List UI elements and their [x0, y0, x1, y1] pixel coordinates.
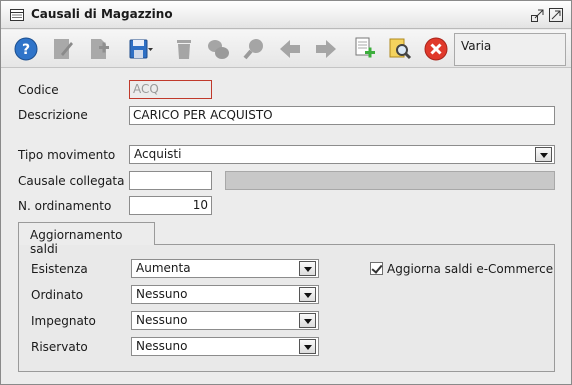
- delete-icon[interactable]: [171, 36, 197, 62]
- arrow-right-icon[interactable]: [313, 36, 339, 62]
- impegnato-value: Nessuno: [136, 313, 188, 327]
- esistenza-label: Esistenza: [31, 262, 88, 276]
- impegnato-select[interactable]: Nessuno: [131, 311, 319, 330]
- causale-collegata-label: Causale collegata: [18, 174, 125, 188]
- ecommerce-label: Aggiorna saldi e-Commerce: [387, 262, 554, 276]
- impegnato-label: Impegnato: [31, 314, 96, 328]
- codice-label: Codice: [18, 83, 59, 97]
- chevron-down-icon[interactable]: [299, 313, 316, 328]
- riservato-value: Nessuno: [136, 339, 188, 353]
- close-icon[interactable]: [423, 36, 449, 62]
- ordinamento-field[interactable]: 10: [129, 196, 212, 215]
- ecommerce-checkbox[interactable]: [370, 262, 383, 275]
- chevron-down-icon[interactable]: [299, 339, 316, 354]
- chevron-down-icon[interactable]: [299, 287, 316, 302]
- help-icon[interactable]: ?: [13, 36, 39, 62]
- esistenza-select[interactable]: Aumenta: [131, 259, 319, 278]
- arrow-left-icon[interactable]: [277, 36, 303, 62]
- chevron-down-icon[interactable]: [299, 261, 316, 276]
- maximize-icon[interactable]: [549, 8, 563, 22]
- riservato-label: Riservato: [31, 340, 88, 354]
- codice-field[interactable]: ACQ: [129, 80, 212, 99]
- title-bar: Causali di Magazzino: [1, 1, 571, 29]
- descrizione-label: Descrizione: [18, 108, 88, 122]
- find-icon[interactable]: [387, 36, 413, 62]
- causale-collegata-field[interactable]: [129, 171, 212, 190]
- window-icon: [10, 9, 24, 21]
- esistenza-value: Aumenta: [136, 261, 191, 275]
- ordinato-value: Nessuno: [136, 287, 188, 301]
- ordinato-select[interactable]: Nessuno: [131, 285, 319, 304]
- svg-text:?: ?: [22, 42, 30, 58]
- window: Causali di Magazzino ? Varia Codice ACQ …: [0, 0, 572, 385]
- edit-icon[interactable]: [49, 36, 75, 62]
- tag-icon[interactable]: [205, 36, 231, 62]
- ordinato-label: Ordinato: [31, 288, 84, 302]
- causale-collegata-description: [225, 171, 555, 190]
- chevron-down-icon[interactable]: [535, 147, 552, 162]
- duplicate-icon[interactable]: [351, 36, 377, 62]
- descrizione-field[interactable]: CARICO PER ACQUISTO: [129, 106, 555, 125]
- toolbar: ? Varia: [1, 30, 571, 68]
- varia-button[interactable]: Varia: [454, 33, 566, 66]
- ordinamento-label: N. ordinamento: [18, 199, 112, 213]
- new-document-icon[interactable]: [85, 36, 111, 62]
- tab-aggiornamento-saldi[interactable]: Aggiornamento saldi: [18, 222, 155, 256]
- restore-icon[interactable]: [531, 8, 545, 22]
- tipo-movimento-select[interactable]: Acquisti: [129, 145, 555, 164]
- save-icon[interactable]: [127, 36, 153, 62]
- tipo-movimento-label: Tipo movimento: [18, 148, 116, 162]
- tipo-movimento-value: Acquisti: [134, 147, 182, 161]
- window-title: Causali di Magazzino: [31, 7, 173, 21]
- riservato-select[interactable]: Nessuno: [131, 337, 319, 356]
- search-icon[interactable]: [241, 36, 267, 62]
